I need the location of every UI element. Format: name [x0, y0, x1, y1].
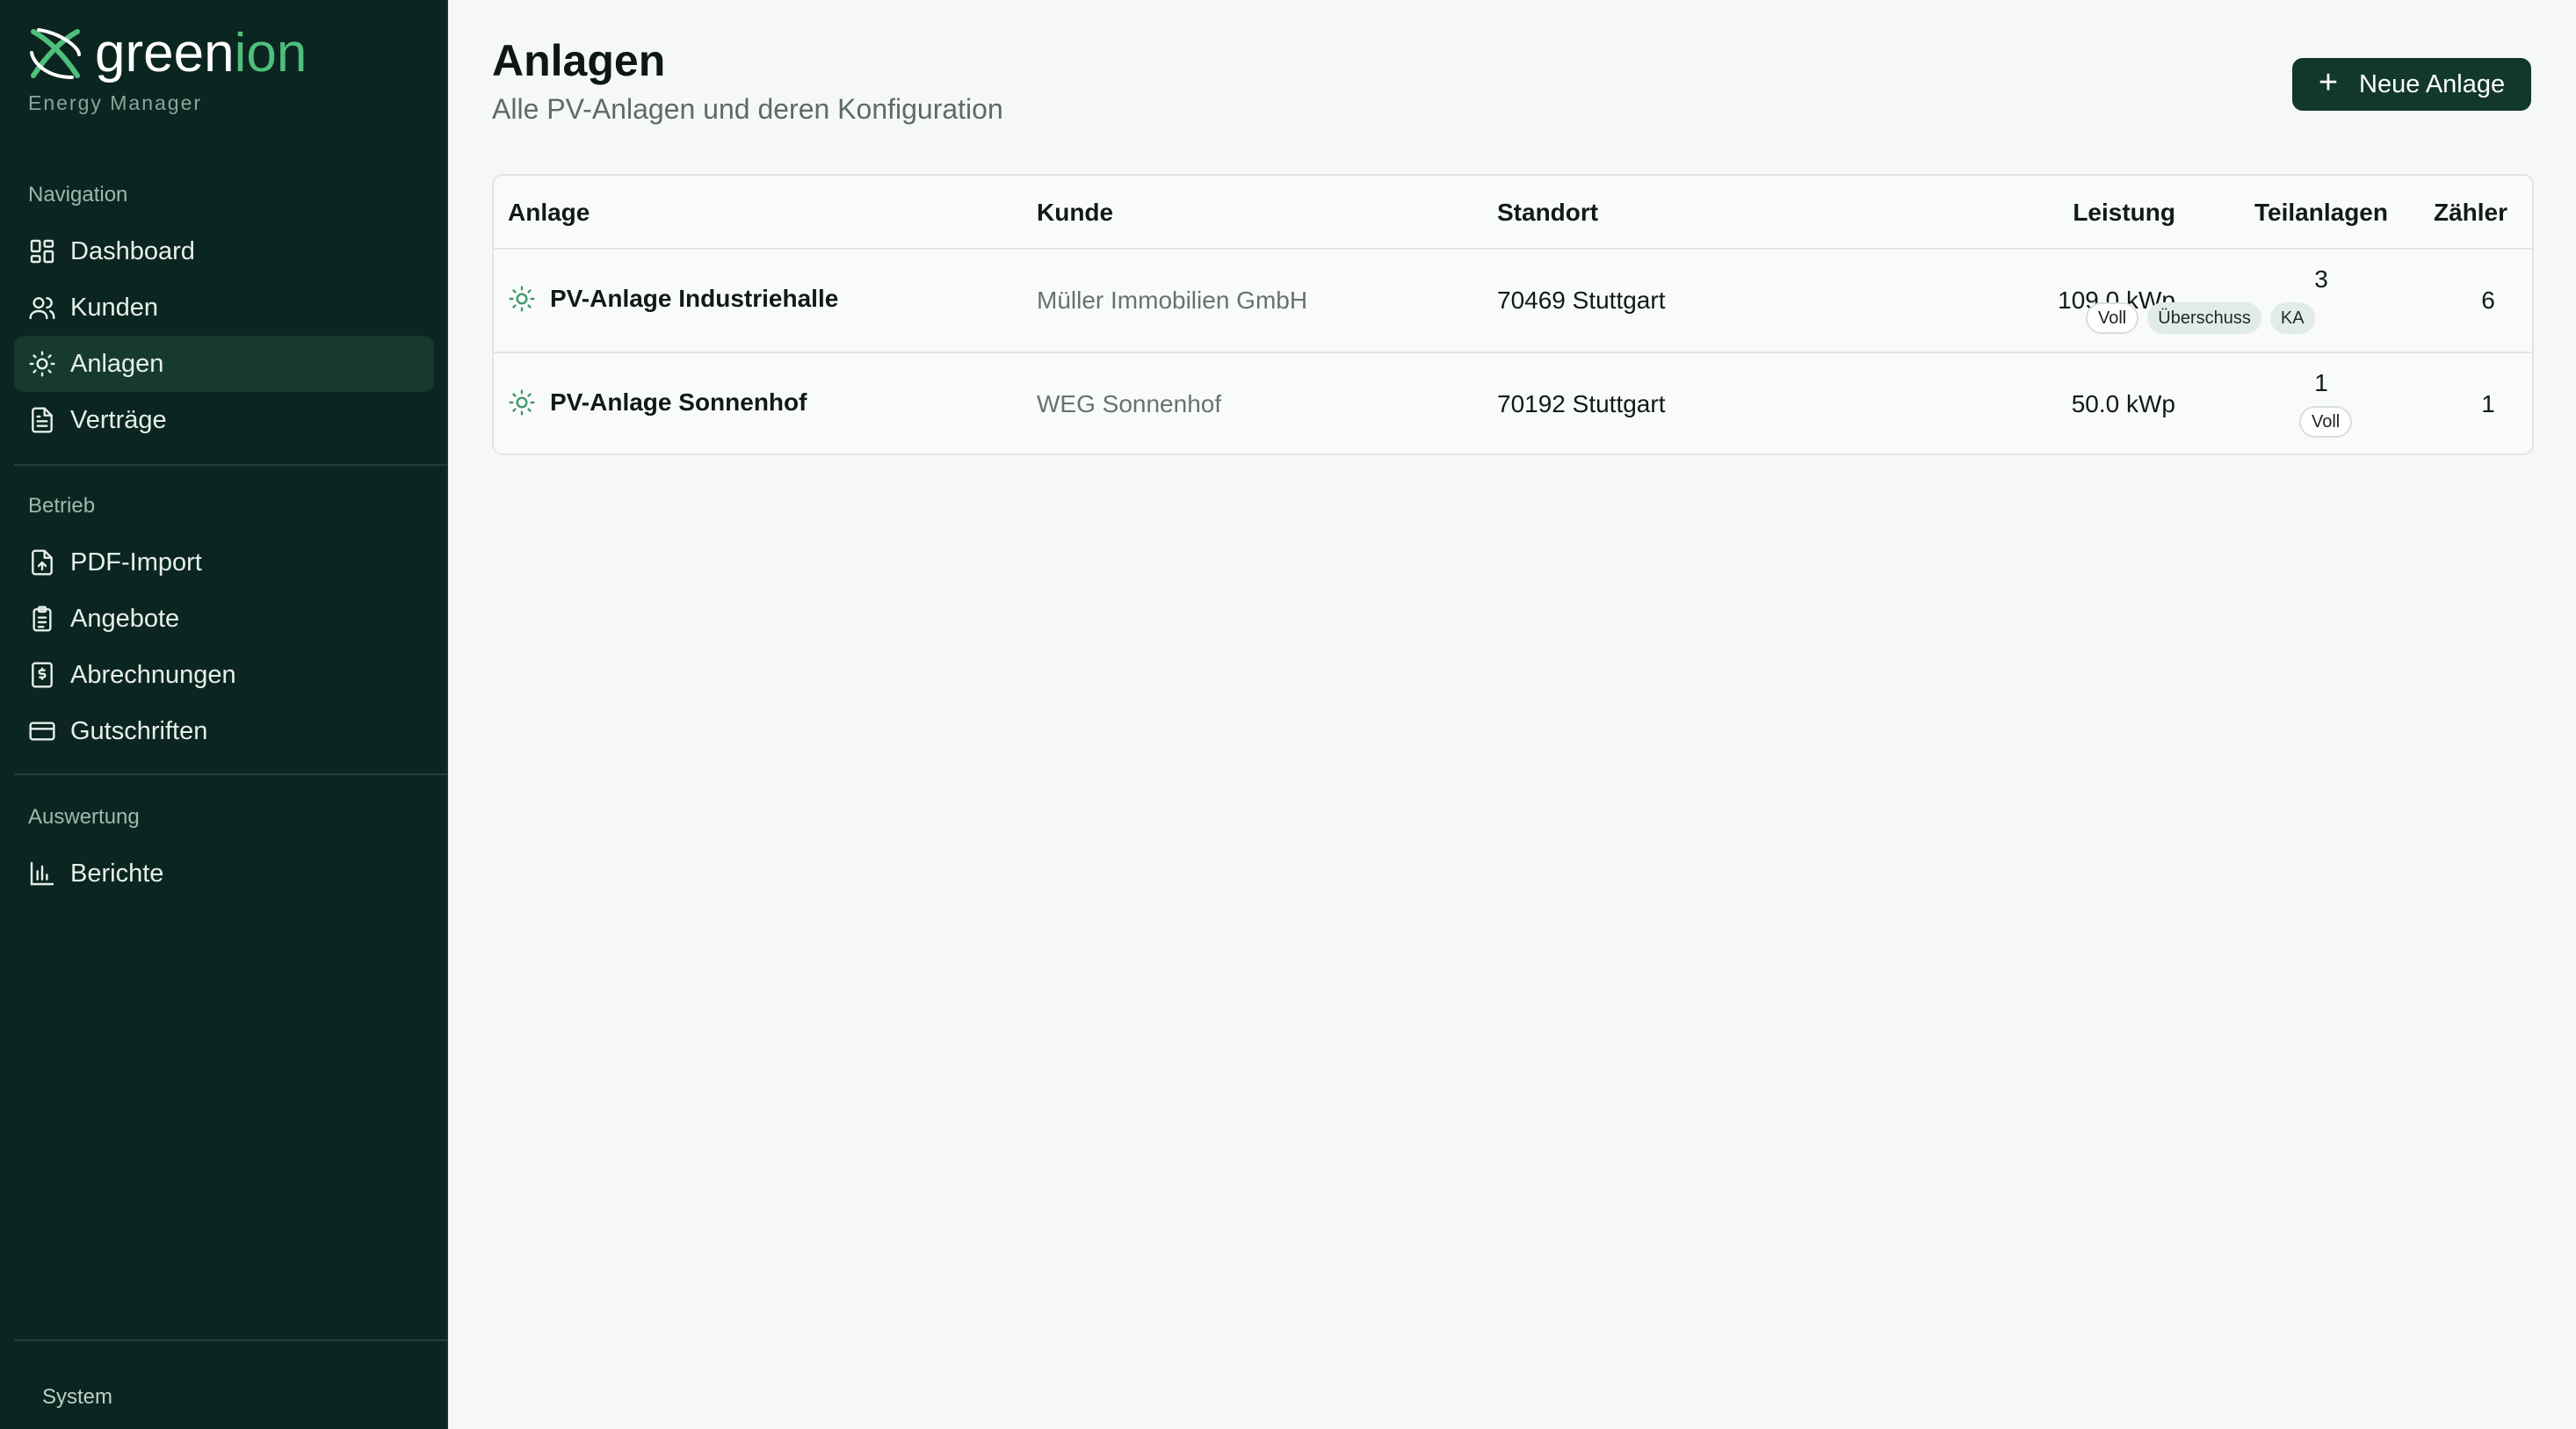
sidebar-item-anlagen[interactable]: Anlagen [14, 336, 434, 392]
sidebar-divider [14, 1339, 448, 1341]
brand-name-accent: ion [234, 23, 308, 83]
anlage-name-cell[interactable]: PV-Anlage Sonnenhof [508, 388, 807, 417]
sun-icon [509, 389, 535, 416]
clipboard-list-icon [33, 606, 52, 632]
file-upload-icon [32, 549, 53, 576]
document-icon [32, 407, 53, 433]
anlage-name: PV-Anlage Industriehalle [550, 285, 839, 312]
column-header-kunde[interactable]: Kunde [1037, 199, 1113, 227]
sidebar-footer-system[interactable]: System [42, 1385, 112, 1410]
page-title: Anlagen [492, 36, 666, 85]
greenion-logo-icon [30, 28, 81, 79]
sidebar-item-pdf-import[interactable]: PDF-Import [14, 534, 434, 591]
invoice-icon [32, 662, 53, 688]
sidebar-item-label: Verträge [70, 405, 167, 434]
status-badge: KA [2269, 302, 2315, 334]
sidebar-item-angebote[interactable]: Angebote [14, 591, 434, 647]
column-header-anlage[interactable]: Anlage [508, 199, 590, 227]
sidebar-item-kunden[interactable]: Kunden [14, 279, 434, 336]
column-header-zaehler[interactable]: Zähler [2295, 199, 2507, 227]
sidebar-item-gutschriften[interactable]: Gutschriften [14, 703, 434, 759]
sidebar-divider [14, 464, 448, 466]
anlage-name-cell[interactable]: PV-Anlage Industriehalle [508, 285, 838, 313]
brand-name: green [95, 23, 235, 83]
sidebar-item-label: Abrechnungen [70, 660, 236, 689]
teilanlagen-badges: Voll [2299, 406, 2353, 438]
status-badge: Voll [2299, 406, 2353, 438]
teilanlagen-count: 1 [2314, 369, 2328, 396]
sidebar-item-label: Dashboard [70, 236, 195, 265]
credit-card-icon [29, 722, 55, 741]
teilanlagen-badges: Voll Überschuss KA [2086, 302, 2315, 334]
sidebar-item-abrechnungen[interactable]: Abrechnungen [14, 647, 434, 703]
standort-cell: 70192 Stuttgart [1497, 390, 1666, 417]
sidebar-item-label: Anlagen [70, 349, 164, 378]
status-badge: Überschuss [2147, 302, 2261, 334]
users-icon [29, 297, 55, 320]
grid-icon [30, 239, 54, 264]
sidebar-item-dashboard[interactable]: Dashboard [14, 223, 434, 279]
kunde-cell: WEG Sonnenhof [1037, 390, 1222, 417]
status-badge: Voll [2086, 302, 2139, 334]
sidebar-item-label: Angebote [70, 604, 180, 633]
plus-icon: + [2318, 64, 2339, 101]
teilanlagen-count: 3 [2314, 265, 2328, 293]
sidebar-divider [14, 773, 448, 775]
standort-cell: 70469 Stuttgart [1497, 287, 1666, 314]
sun-icon [29, 351, 55, 377]
new-anlage-button[interactable]: + Neue Anlage [2292, 58, 2531, 111]
new-anlage-button-label: Neue Anlage [2359, 69, 2506, 98]
column-header-standort[interactable]: Standort [1497, 199, 1598, 227]
kunde-cell: Müller Immobilien GmbH [1037, 287, 1308, 314]
sidebar-item-label: Kunden [70, 293, 158, 322]
main-content: Anlagen Alle PV-Anlagen und deren Konfig… [450, 0, 2576, 1429]
nav-section-label-betrieb: Betrieb [28, 494, 96, 518]
brand-subtitle: Energy Manager [28, 91, 203, 114]
sidebar-item-berichte[interactable]: Berichte [14, 845, 434, 902]
sidebar-item-label: Berichte [70, 859, 164, 888]
page-subtitle: Alle PV-Anlagen und deren Konfiguration [492, 93, 1003, 125]
table-row[interactable]: PV-Anlage Sonnenhof WEG Sonnenhof 70192 … [494, 352, 2532, 453]
zaehler-cell: 1 [2481, 390, 2495, 417]
sun-icon [509, 286, 535, 312]
table-row[interactable]: PV-Anlage Industriehalle Müller Immobili… [494, 248, 2532, 352]
brand-logo[interactable]: greenion [26, 25, 307, 83]
leistung-cell: 50.0 kWp [2071, 390, 2175, 417]
anlage-name: PV-Anlage Sonnenhof [550, 388, 807, 416]
nav-section-label-navigation: Navigation [28, 183, 128, 207]
column-header-leistung[interactable]: Leistung [1912, 199, 2175, 227]
sidebar-item-label: Gutschriften [70, 716, 208, 745]
bar-chart-icon [30, 861, 54, 886]
nav-section-label-auswertung: Auswertung [28, 805, 140, 829]
sidebar-item-label: PDF-Import [70, 548, 202, 577]
sidebar-item-vertraege[interactable]: Verträge [14, 392, 434, 448]
anlagen-table: Anlage Kunde Standort Leistung Teilanlag… [492, 174, 2534, 455]
sidebar: greenion Energy Manager Navigation Dashb… [0, 0, 448, 1429]
zaehler-cell: 6 [2481, 287, 2495, 314]
